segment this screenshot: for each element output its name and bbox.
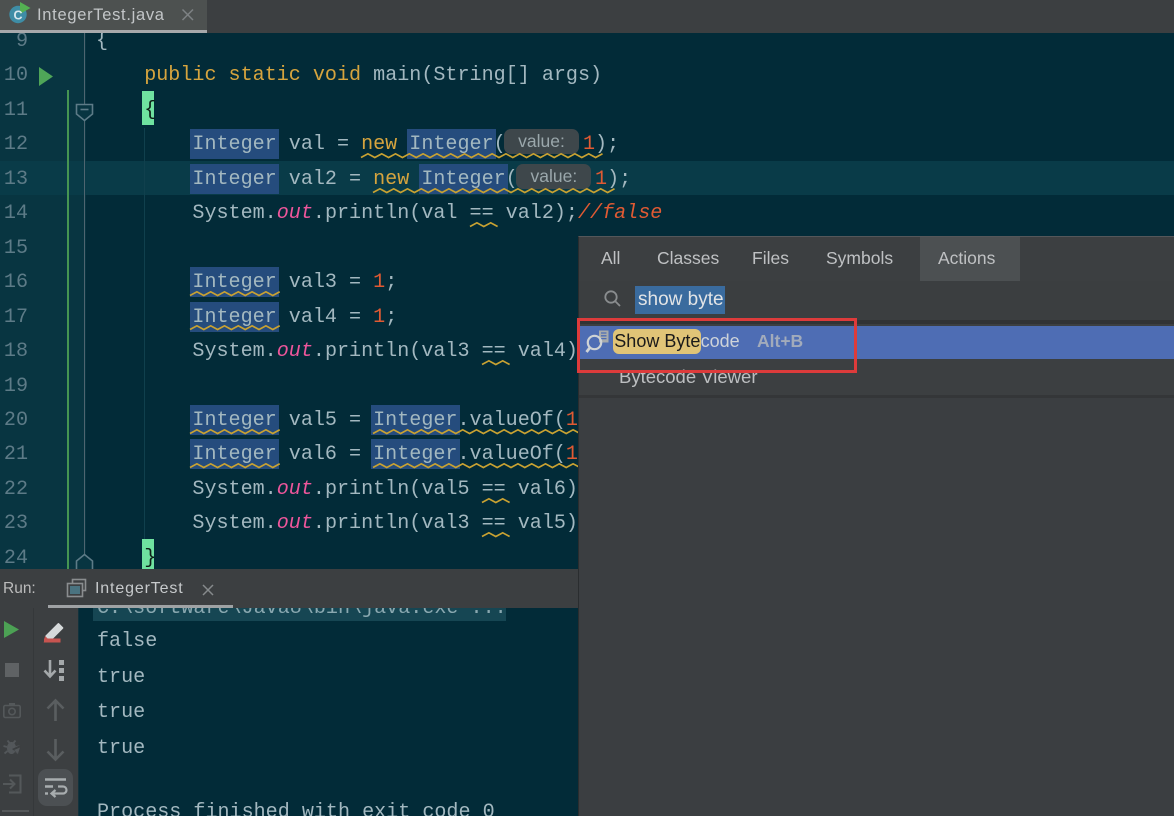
svg-text:C: C (13, 8, 22, 22)
